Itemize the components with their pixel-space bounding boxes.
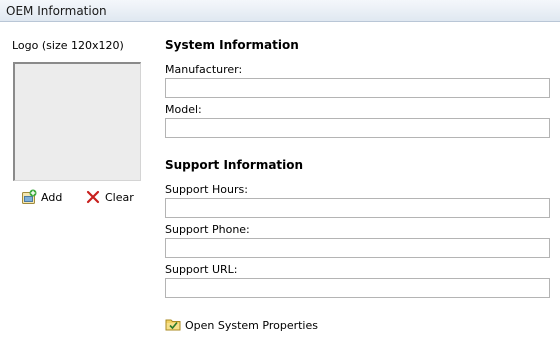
add-logo-button[interactable]: Add xyxy=(21,187,62,207)
window-title: OEM Information xyxy=(6,4,107,18)
folder-check-icon xyxy=(165,316,181,335)
support-url-label: Support URL: xyxy=(165,263,238,276)
system-information-heading: System Information xyxy=(165,38,299,52)
manufacturer-input[interactable] xyxy=(165,78,550,98)
red-x-icon xyxy=(85,189,101,205)
add-image-icon xyxy=(21,189,37,205)
window-title-bar: OEM Information xyxy=(0,0,560,22)
logo-preview xyxy=(13,62,141,181)
model-label: Model: xyxy=(165,103,202,116)
clear-logo-label: Clear xyxy=(105,190,134,204)
support-hours-label: Support Hours: xyxy=(165,183,248,196)
model-input[interactable] xyxy=(165,118,550,138)
support-phone-label: Support Phone: xyxy=(165,223,250,236)
support-hours-input[interactable] xyxy=(165,198,550,218)
logo-label: Logo (size 120x120) xyxy=(12,39,124,52)
manufacturer-label: Manufacturer: xyxy=(165,63,243,76)
open-system-properties-label: Open System Properties xyxy=(185,318,318,332)
support-information-heading: Support Information xyxy=(165,158,304,172)
add-logo-label: Add xyxy=(41,190,63,204)
support-phone-input[interactable] xyxy=(165,238,550,258)
open-system-properties-link[interactable]: Open System Properties xyxy=(165,316,318,334)
clear-logo-button[interactable]: Clear xyxy=(85,187,134,207)
support-url-input[interactable] xyxy=(165,278,550,298)
